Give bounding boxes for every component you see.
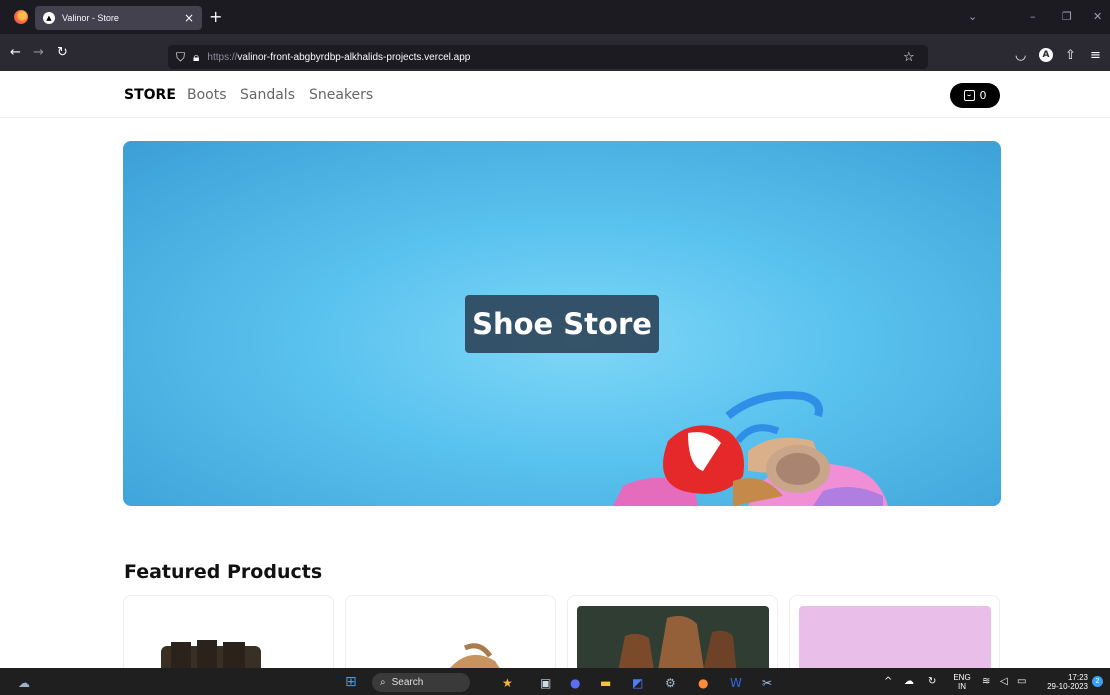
featured-products-heading: Featured Products bbox=[124, 561, 323, 583]
snipping-tool-icon[interactable]: ✂ bbox=[762, 676, 772, 690]
account-avatar[interactable]: A bbox=[1039, 48, 1053, 62]
vercel-favicon-icon: ▲ bbox=[43, 12, 55, 24]
nav-link-sandals[interactable]: Sandals bbox=[240, 87, 295, 103]
clock-date: 29-10-2023 bbox=[1047, 682, 1088, 691]
chevron-up-icon[interactable]: ^ bbox=[884, 676, 892, 687]
url-scheme: https:// bbox=[207, 51, 238, 63]
url-bar[interactable]: ⛉ 🔒︎ https:// valinor-front-abgbyrdbp-al… bbox=[168, 45, 928, 69]
list-tabs-icon[interactable]: ⌄ bbox=[968, 10, 977, 23]
task-view-icon[interactable]: ▣ bbox=[540, 676, 551, 690]
browser-tab[interactable]: ▲ Valinor - Store × bbox=[35, 6, 202, 30]
close-window-icon[interactable]: ✕ bbox=[1093, 10, 1102, 23]
product-card[interactable] bbox=[567, 595, 778, 675]
clock[interactable]: 17:23 29-10-2023 bbox=[1036, 673, 1088, 691]
menu-icon[interactable]: ≡ bbox=[1090, 48, 1101, 63]
restore-icon[interactable]: ❐ bbox=[1062, 10, 1072, 23]
lock-icon[interactable]: 🔒︎ bbox=[193, 50, 199, 65]
volume-icon[interactable]: ◁ bbox=[1000, 676, 1008, 687]
product-image bbox=[799, 606, 991, 674]
url-host: valinor-front-abgbyrdbp-alkhalids-projec… bbox=[237, 51, 471, 63]
weather-icon[interactable]: ☁ bbox=[18, 676, 30, 690]
language-bottom: IN bbox=[958, 682, 966, 691]
product-image bbox=[577, 606, 769, 674]
site-header: STORE Boots Sandals Sneakers 0 bbox=[0, 71, 1110, 118]
wifi-icon[interactable]: ≋ bbox=[982, 676, 990, 687]
word-icon[interactable]: W bbox=[730, 676, 742, 690]
pocket-icon[interactable]: ◡ bbox=[1015, 48, 1026, 63]
shoe-pile-illustration bbox=[613, 391, 888, 506]
clock-time: 17:23 bbox=[1067, 673, 1088, 682]
widgets-icon[interactable]: ★ bbox=[502, 676, 513, 690]
tab-close-icon[interactable]: × bbox=[184, 11, 194, 25]
product-image bbox=[161, 640, 261, 674]
nav-link-sneakers[interactable]: Sneakers bbox=[309, 87, 373, 103]
cart-count: 0 bbox=[979, 89, 987, 102]
back-icon[interactable]: ← bbox=[10, 45, 21, 60]
product-image bbox=[446, 643, 504, 674]
tab-title: Valinor - Store bbox=[62, 13, 119, 23]
refresh-sync-icon[interactable]: ↻ bbox=[928, 676, 936, 687]
taskbar-search-label: Search bbox=[391, 677, 424, 688]
product-card[interactable] bbox=[789, 595, 1000, 675]
new-tab-button[interactable]: + bbox=[209, 7, 222, 26]
os-taskbar bbox=[0, 668, 1110, 695]
firefox-icon[interactable] bbox=[14, 10, 28, 24]
store-logo[interactable]: STORE bbox=[124, 87, 176, 103]
meet-icon[interactable]: ● bbox=[570, 676, 580, 690]
windows-start-icon[interactable]: ⊞ bbox=[345, 674, 357, 690]
onedrive-icon[interactable]: ☁ bbox=[904, 676, 914, 687]
file-explorer-icon[interactable]: ▬ bbox=[600, 676, 611, 690]
battery-icon[interactable]: ▭ bbox=[1017, 676, 1026, 687]
search-icon: ⌕ bbox=[380, 677, 386, 688]
cart-button[interactable]: 0 bbox=[950, 83, 1000, 108]
product-card[interactable] bbox=[345, 595, 556, 675]
settings-gear-icon[interactable]: ⚙ bbox=[665, 676, 676, 690]
bookmark-star-icon[interactable]: ☆ bbox=[903, 50, 915, 65]
share-icon[interactable]: ⇧ bbox=[1065, 48, 1076, 63]
hero-title: Shoe Store bbox=[465, 295, 659, 353]
nav-link-boots[interactable]: Boots bbox=[187, 87, 227, 103]
notification-badge[interactable]: 2 bbox=[1092, 676, 1103, 687]
language-top: ENG bbox=[953, 673, 971, 682]
minimize-icon[interactable]: – bbox=[1030, 10, 1036, 23]
forward-icon[interactable]: → bbox=[33, 45, 44, 60]
language-indicator[interactable]: ENG IN bbox=[952, 673, 972, 691]
firefox-taskbar-icon[interactable]: ● bbox=[698, 676, 708, 690]
visual-studio-icon[interactable]: ◩ bbox=[632, 676, 643, 690]
product-card[interactable] bbox=[123, 595, 334, 675]
reload-icon[interactable]: ↻ bbox=[57, 45, 68, 60]
shopping-bag-icon bbox=[963, 90, 975, 101]
shield-icon[interactable]: ⛉ bbox=[176, 50, 185, 65]
taskbar-search[interactable]: ⌕ Search bbox=[372, 673, 470, 692]
